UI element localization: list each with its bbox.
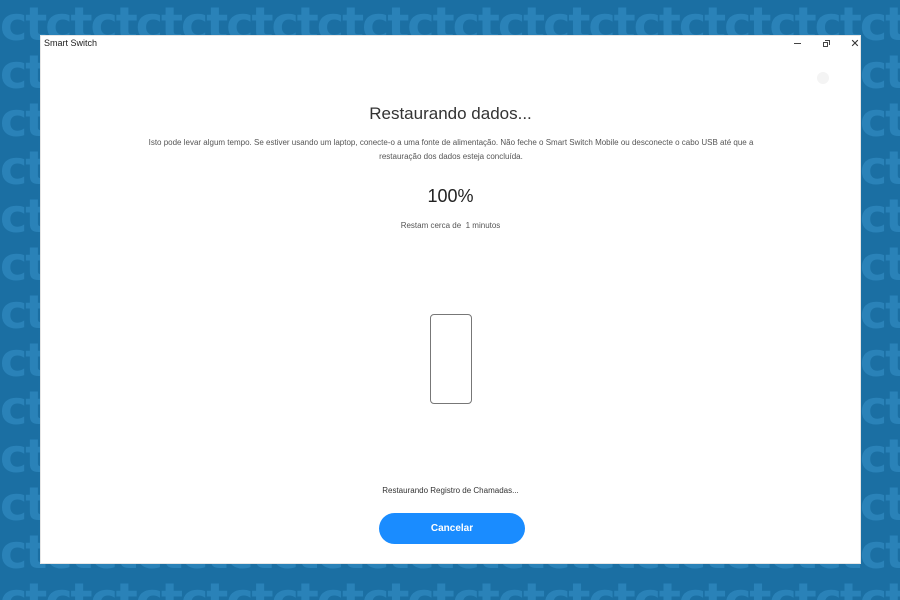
restore-icon: [822, 39, 830, 47]
minimize-icon: [793, 42, 801, 44]
cancel-button[interactable]: Cancelar: [379, 513, 525, 544]
status-text: Restaurando Registro de Chamadas...: [382, 486, 519, 495]
close-icon: ✕: [850, 36, 860, 50]
time-remaining: Restam cerca de 1 minutos: [41, 221, 860, 230]
time-remaining-unit: minutos: [472, 221, 501, 230]
close-button[interactable]: ✕: [841, 36, 869, 50]
help-icon[interactable]: [817, 72, 829, 84]
description-text: Isto pode levar algum tempo. Se estiver …: [148, 138, 754, 161]
app-window: Smart Switch ✕ Restaurando dados... Isto…: [41, 36, 860, 563]
progress-percent: 100%: [427, 186, 474, 206]
title-bar: Smart Switch ✕: [41, 36, 860, 58]
page-title: Restaurando dados...: [369, 104, 532, 123]
window-title: Smart Switch: [44, 38, 98, 48]
time-remaining-prefix: Restam cerca de: [400, 221, 462, 230]
smartphone-outline-icon: [430, 314, 472, 404]
restore-button[interactable]: [812, 36, 840, 50]
minimize-button[interactable]: [783, 36, 811, 50]
